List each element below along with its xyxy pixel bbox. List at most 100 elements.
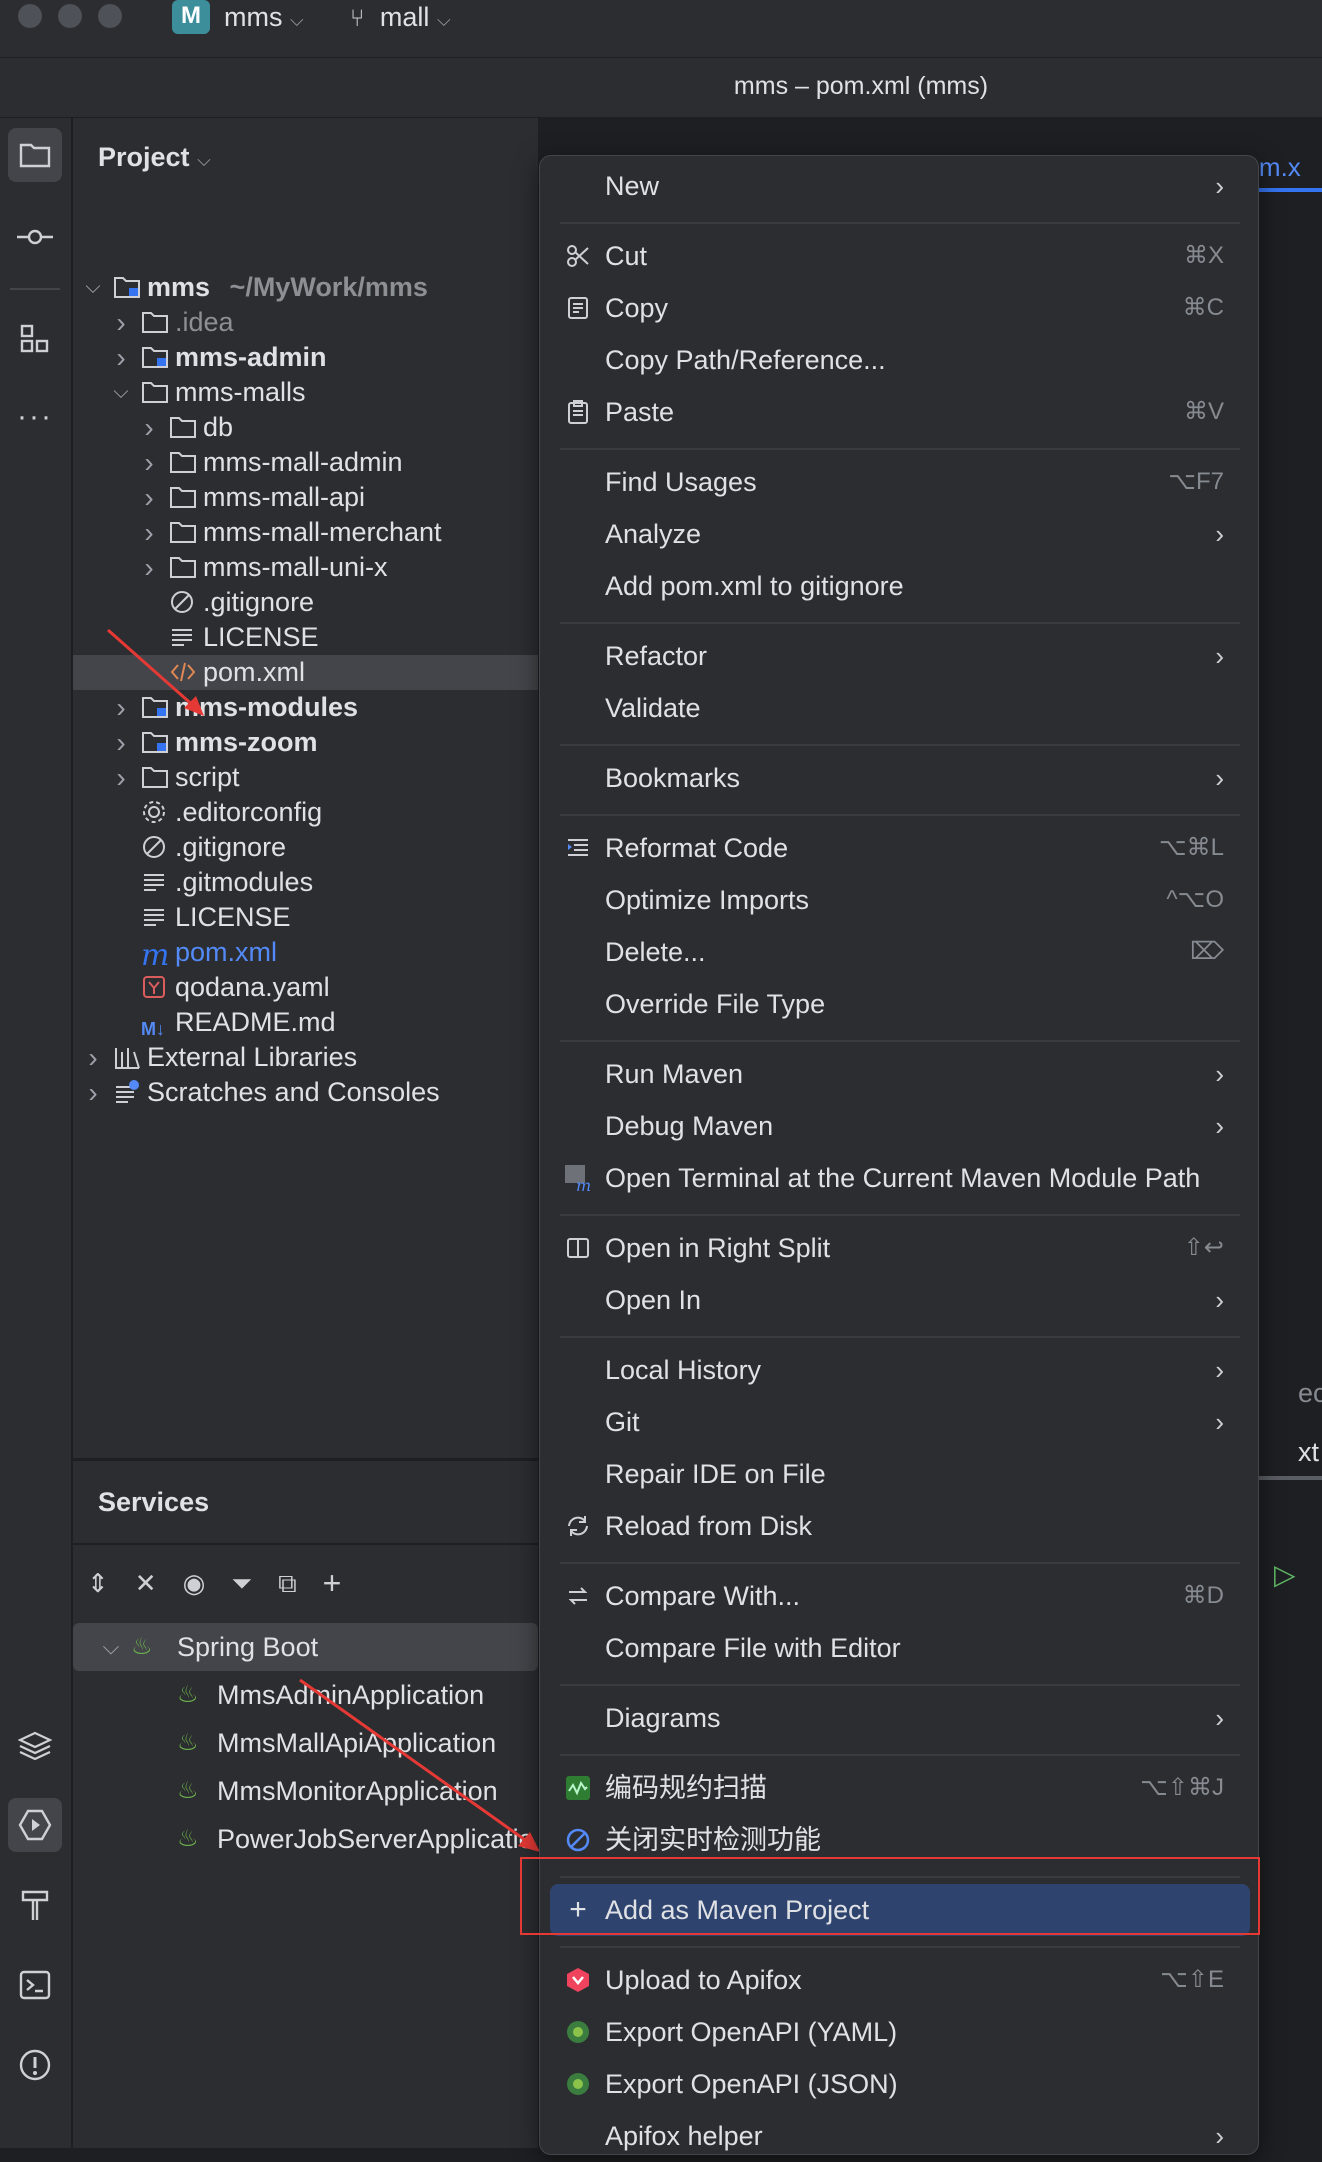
menu-item-compare-with[interactable]: Compare With... ⌘D: [550, 1570, 1240, 1622]
project-badge[interactable]: M: [172, 0, 210, 34]
project-switcher[interactable]: mms ⌵: [224, 0, 304, 37]
tree-item[interactable]: › mms-admin: [73, 340, 538, 375]
menu-item-delete[interactable]: Delete... ⌦: [550, 926, 1240, 978]
menu-item-add-pom-xml-to-gitignore[interactable]: Add pom.xml to gitignore: [550, 560, 1240, 612]
tree-item[interactable]: .gitmodules: [73, 865, 538, 900]
tree-item[interactable]: pom.xml: [73, 655, 538, 690]
menu-item-export-openapi-yaml[interactable]: Export OpenAPI (YAML): [550, 2006, 1240, 2058]
menu-item-copy[interactable]: Copy ⌘C: [550, 282, 1240, 334]
tree-item[interactable]: › db: [73, 410, 538, 445]
chevron-down-icon[interactable]: ⌵: [111, 375, 131, 410]
menu-item-find-usages[interactable]: Find Usages ⌥F7: [550, 456, 1240, 508]
tree-item[interactable]: .gitignore: [73, 830, 538, 865]
commit-icon[interactable]: [8, 210, 62, 264]
more-icon[interactable]: ···: [8, 390, 62, 444]
chevron-right-icon[interactable]: ›: [83, 1040, 103, 1075]
chevron-down-icon[interactable]: ⌵: [83, 270, 103, 305]
menu-item-export-openapi-json[interactable]: Export OpenAPI (JSON): [550, 2058, 1240, 2110]
menu-item-shortcut: ⌘C: [1182, 294, 1224, 321]
chevron-right-icon[interactable]: ›: [83, 1075, 103, 1110]
menu-item-run-maven[interactable]: Run Maven ›: [550, 1048, 1240, 1100]
menu-item-compare-file-with-editor[interactable]: Compare File with Editor: [550, 1622, 1240, 1674]
chevron-right-icon[interactable]: ›: [111, 725, 131, 760]
service-app-item[interactable]: ♨ MmsAdminApplication: [73, 1671, 538, 1719]
tree-item[interactable]: › mms-mall-admin: [73, 445, 538, 480]
menu-item-refactor[interactable]: Refactor ›: [550, 630, 1240, 682]
panel-title[interactable]: Project ⌵: [98, 142, 211, 173]
menu-item-git[interactable]: Git ›: [550, 1396, 1240, 1448]
menu-item-analyze[interactable]: Analyze ›: [550, 508, 1240, 560]
chevron-right-icon[interactable]: ›: [139, 515, 159, 550]
add-icon[interactable]: +: [323, 1565, 342, 1602]
menu-item-apifox-helper[interactable]: Apifox helper ›: [550, 2110, 1240, 2162]
menu-item-new[interactable]: New ›: [550, 160, 1240, 212]
chevron-right-icon[interactable]: ›: [111, 760, 131, 795]
tree-item[interactable]: › External Libraries: [73, 1040, 538, 1075]
menu-item-local-history[interactable]: Local History ›: [550, 1344, 1240, 1396]
services-icon[interactable]: [8, 1798, 62, 1852]
tree-item[interactable]: › script: [73, 760, 538, 795]
new-group-icon[interactable]: ⧉: [278, 1568, 297, 1600]
tree-item[interactable]: › mms-zoom: [73, 725, 538, 760]
run-icon[interactable]: ▷: [1274, 1558, 1296, 1591]
chevron-right-icon[interactable]: ›: [111, 340, 131, 375]
tree-item[interactable]: ⌵ mms-malls: [73, 375, 538, 410]
chevron-right-icon[interactable]: ›: [139, 480, 159, 515]
tree-item[interactable]: m pom.xml: [73, 935, 538, 971]
terminal-icon[interactable]: [8, 1958, 62, 2012]
chevron-right-icon[interactable]: ›: [139, 410, 159, 445]
services-group-spring-boot[interactable]: ⌵ ♨ Spring Boot: [73, 1623, 538, 1671]
branch-switcher[interactable]: ⑂ mall ⌵: [350, 0, 451, 37]
minimize-window-button[interactable]: [58, 4, 82, 28]
menu-item-override-file-type[interactable]: Override File Type: [550, 978, 1240, 1030]
maximize-window-button[interactable]: [98, 4, 122, 28]
menu-item-bookmarks[interactable]: Bookmarks ›: [550, 752, 1240, 804]
tree-item[interactable]: LICENSE: [73, 900, 538, 935]
tree-item[interactable]: ⌵ mms ~/MyWork/mms: [73, 270, 538, 305]
menu-item-paste[interactable]: Paste ⌘V: [550, 386, 1240, 438]
menu-item-repair-ide-on-file[interactable]: Repair IDE on File: [550, 1448, 1240, 1500]
build-icon[interactable]: [8, 1878, 62, 1932]
menu-item-open-terminal-at-the-current-maven-module-path[interactable]: m Open Terminal at the Current Maven Modu…: [550, 1152, 1240, 1204]
menu-item-copy-path-reference[interactable]: Copy Path/Reference...: [550, 334, 1240, 386]
chevron-right-icon[interactable]: ›: [111, 690, 131, 725]
eye-icon[interactable]: ◉: [183, 1568, 206, 1599]
tree-item[interactable]: .editorconfig: [73, 795, 538, 830]
problems-icon[interactable]: [8, 2038, 62, 2092]
chevron-right-icon[interactable]: ›: [111, 305, 131, 340]
menu-item-upload-to-apifox[interactable]: Upload to Apifox ⌥⇧E: [550, 1954, 1240, 2006]
menu-item-编码规约扫描[interactable]: 编码规约扫描 ⌥⇧⌘J: [550, 1762, 1240, 1814]
collapse-all-icon[interactable]: ✕: [135, 1568, 157, 1599]
service-app-item[interactable]: ♨ MmsMallApiApplication: [73, 1719, 538, 1767]
tree-item[interactable]: M↓ README.md: [73, 1005, 538, 1040]
menu-item-debug-maven[interactable]: Debug Maven ›: [550, 1100, 1240, 1152]
filter-icon[interactable]: ⏷: [231, 1568, 252, 1600]
menu-item-cut[interactable]: Cut ⌘X: [550, 230, 1240, 282]
expand-all-icon[interactable]: ⇕: [87, 1568, 109, 1599]
folder-icon[interactable]: [8, 128, 62, 182]
menu-item-reload-from-disk[interactable]: Reload from Disk: [550, 1500, 1240, 1552]
layers-icon[interactable]: [8, 1718, 62, 1772]
tree-item[interactable]: › mms-modules: [73, 690, 538, 725]
menu-item-reformat-code[interactable]: Reformat Code ⌥⌘L: [550, 822, 1240, 874]
tree-item[interactable]: › mms-mall-api: [73, 480, 538, 515]
service-app-item[interactable]: ♨ PowerJobServerApplicatio: [73, 1815, 538, 1863]
menu-item-validate[interactable]: Validate: [550, 682, 1240, 734]
service-app-item[interactable]: ♨ MmsMonitorApplication: [73, 1767, 538, 1815]
chevron-right-icon[interactable]: ›: [139, 445, 159, 480]
tree-item[interactable]: LICENSE: [73, 620, 538, 655]
menu-separator: [560, 222, 1240, 224]
structure-icon[interactable]: [8, 312, 62, 366]
menu-item-open-in[interactable]: Open In ›: [550, 1274, 1240, 1326]
menu-item-diagrams[interactable]: Diagrams ›: [550, 1692, 1240, 1744]
tree-item[interactable]: .gitignore: [73, 585, 538, 620]
tree-item[interactable]: › Scratches and Consoles: [73, 1075, 538, 1110]
chevron-right-icon[interactable]: ›: [139, 550, 159, 585]
menu-item-optimize-imports[interactable]: Optimize Imports ^⌥O: [550, 874, 1240, 926]
tree-item[interactable]: qodana.yaml: [73, 970, 538, 1005]
tree-item[interactable]: › mms-mall-merchant: [73, 515, 538, 550]
menu-item-open-in-right-split[interactable]: Open in Right Split ⇧↩: [550, 1222, 1240, 1274]
close-window-button[interactable]: [18, 4, 42, 28]
tree-item[interactable]: › mms-mall-uni-x: [73, 550, 538, 585]
tree-item[interactable]: › .idea: [73, 305, 538, 340]
